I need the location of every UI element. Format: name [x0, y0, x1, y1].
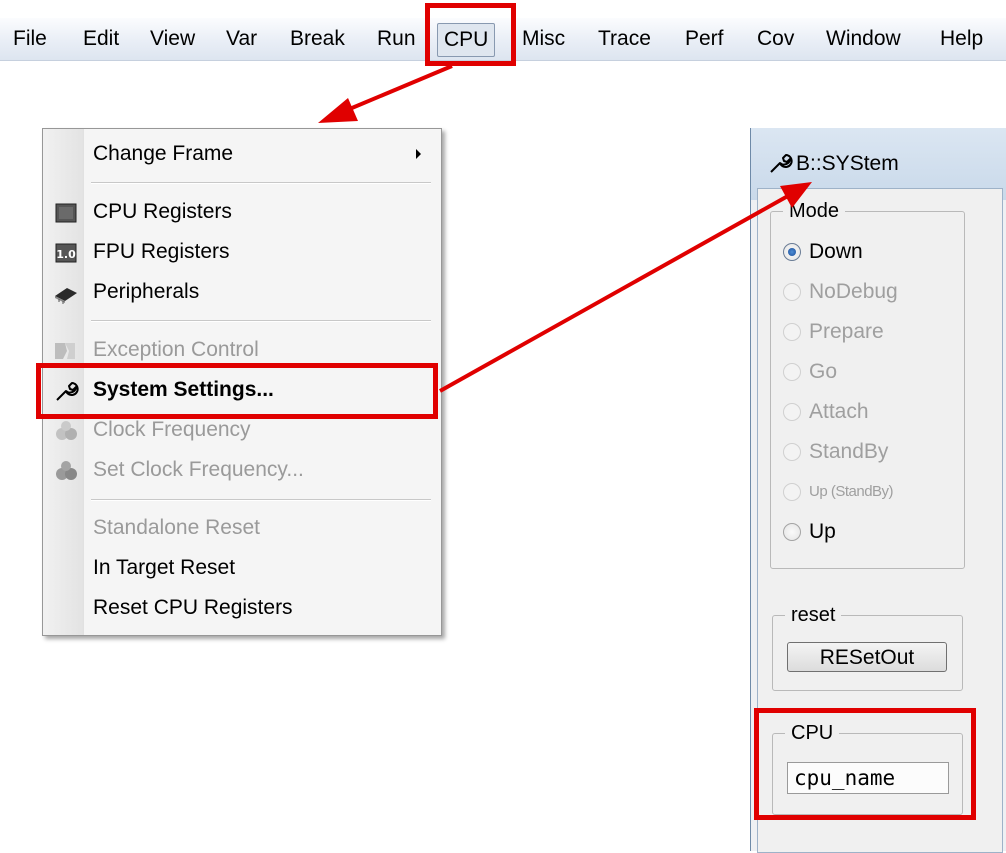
menu-edit[interactable]: Edit — [83, 18, 119, 60]
radio-button-icon — [783, 283, 801, 301]
chip-icon — [53, 200, 79, 224]
resetout-button[interactable]: RESetOut — [787, 642, 947, 672]
menu-item-peripherals[interactable]: Peripherals — [43, 273, 439, 311]
radio-label: Up (StandBy) — [809, 483, 894, 500]
menu-item-label: Reset CPU Registers — [93, 596, 293, 619]
radio-label: Down — [809, 240, 863, 263]
radio-button-icon — [783, 323, 801, 341]
mode-group: Mode Down NoDebug Prepare Go Attach Stan… — [770, 198, 965, 569]
reset-group: reset RESetOut — [772, 602, 963, 691]
dialog-title: B::SYStem — [796, 152, 899, 175]
menu-item-label: Change Frame — [93, 142, 234, 165]
menu-item-standalone-reset: Standalone Reset — [43, 509, 439, 547]
fpu-icon-text: 1.0 — [56, 248, 76, 261]
reset-group-label: reset — [785, 602, 842, 628]
menu-item-label: CPU Registers — [93, 200, 232, 223]
system-settings-highlight — [36, 363, 438, 419]
wrench-icon — [767, 150, 793, 176]
radio-button-icon — [783, 523, 801, 541]
exception-icon — [53, 338, 79, 362]
menu-item-cpu-registers[interactable]: CPU Registers — [43, 193, 439, 231]
menu-item-in-target-reset[interactable]: In Target Reset — [43, 549, 439, 587]
menu-item-change-frame[interactable]: Change Frame — [43, 135, 439, 173]
menu-help[interactable]: Help — [940, 18, 983, 60]
radio-label: Prepare — [809, 320, 884, 343]
radio-label: StandBy — [809, 440, 889, 463]
menu-cov[interactable]: Cov — [757, 18, 794, 60]
clock-gears-icon — [53, 418, 79, 442]
menu-trace[interactable]: Trace — [598, 18, 651, 60]
radio-label: Up — [809, 520, 836, 543]
menu-separator — [91, 499, 431, 501]
fpu-icon: 1.0 — [53, 240, 79, 264]
menu-item-label: Standalone Reset — [93, 516, 260, 539]
menu-misc[interactable]: Misc — [522, 18, 565, 60]
menu-separator — [91, 320, 431, 322]
menu-item-label: FPU Registers — [93, 240, 230, 263]
radio-button-icon — [783, 483, 801, 501]
menu-item-set-clock-frequency: Set Clock Frequency... — [43, 451, 439, 489]
menu-run[interactable]: Run — [377, 18, 416, 60]
cpu-menu-highlight — [425, 3, 516, 66]
peripherals-chip-icon — [53, 280, 79, 304]
arrow-cpu-to-menu — [318, 64, 453, 123]
menu-separator — [91, 182, 431, 184]
menu-file[interactable]: File — [13, 18, 47, 60]
menu-item-reset-cpu-registers[interactable]: Reset CPU Registers — [43, 589, 439, 627]
radio-label: NoDebug — [809, 280, 898, 303]
submenu-arrow-icon — [416, 149, 421, 159]
radio-button-icon — [783, 363, 801, 381]
menu-window[interactable]: Window — [826, 18, 901, 60]
menu-var[interactable]: Var — [226, 18, 257, 60]
clock-gears-icon — [53, 458, 79, 482]
menu-view[interactable]: View — [150, 18, 195, 60]
mode-group-label: Mode — [783, 198, 846, 224]
radio-button-icon — [783, 243, 801, 261]
cpu-field-highlight — [754, 708, 976, 820]
menu-break[interactable]: Break — [290, 18, 345, 60]
menu-item-label: Set Clock Frequency... — [93, 458, 304, 481]
radio-button-icon — [783, 443, 801, 461]
radio-label: Attach — [809, 400, 869, 423]
menu-item-fpu-registers[interactable]: 1.0 FPU Registers — [43, 233, 439, 271]
radio-button-icon — [783, 403, 801, 421]
menu-item-label: In Target Reset — [93, 556, 236, 579]
radio-label: Go — [809, 360, 838, 383]
menu-item-label: Peripherals — [93, 280, 200, 303]
menu-perf[interactable]: Perf — [685, 18, 724, 60]
